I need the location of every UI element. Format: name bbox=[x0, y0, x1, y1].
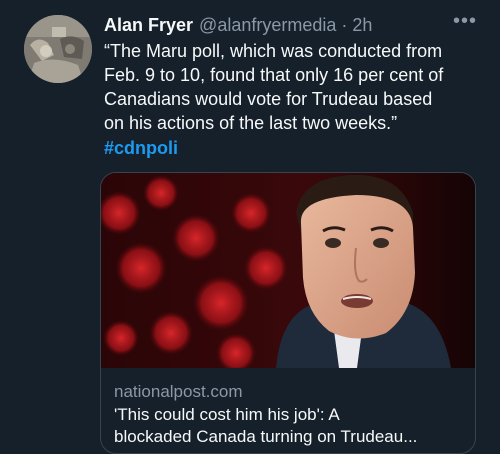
more-horizontal-icon: ••• bbox=[452, 10, 477, 32]
tweet[interactable]: Alan Fryer @alanfryermedia · 2h ••• “The… bbox=[0, 0, 500, 454]
tweet-text-line: “The Maru poll, which was conducted from bbox=[104, 41, 443, 61]
tweet-text-line: on his actions of the last two weeks.” bbox=[104, 113, 398, 133]
hashtag-link[interactable]: #cdnpoli bbox=[104, 136, 178, 160]
tweet-header: Alan Fryer @alanfryermedia · 2h bbox=[104, 13, 372, 37]
avatar-image bbox=[24, 15, 92, 83]
link-card-title-line: 'This could cost him his job': A bbox=[114, 405, 340, 424]
tweet-timestamp[interactable]: 2h bbox=[352, 13, 372, 37]
author-handle[interactable]: @alanfryermedia bbox=[199, 13, 336, 37]
header-separator: · bbox=[341, 15, 348, 35]
avatar[interactable] bbox=[24, 15, 92, 83]
author-display-name[interactable]: Alan Fryer bbox=[104, 13, 193, 37]
more-options-button[interactable]: ••• bbox=[450, 11, 480, 34]
tweet-text: “The Maru poll, which was conducted from… bbox=[104, 39, 484, 135]
link-preview-image bbox=[101, 173, 475, 368]
tweet-text-line: Feb. 9 to 10, found that only 16 per cen… bbox=[104, 65, 444, 85]
link-card-domain: nationalpost.com bbox=[114, 382, 243, 401]
link-card-title: 'This could cost him his job': A blockad… bbox=[114, 404, 470, 448]
tweet-text-line: Canadians would vote for Trudeau based bbox=[104, 89, 433, 109]
link-preview-photo bbox=[101, 173, 475, 368]
link-preview-card[interactable]: nationalpost.com 'This could cost him hi… bbox=[100, 172, 476, 454]
link-card-title-line: blockaded Canada turning on Trudeau... bbox=[114, 427, 418, 446]
